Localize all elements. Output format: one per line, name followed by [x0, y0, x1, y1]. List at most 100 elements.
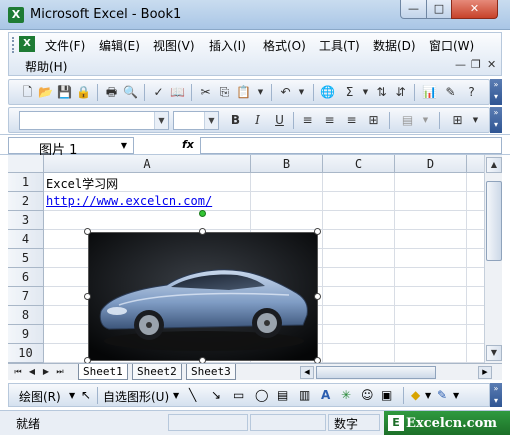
autoshapes-menu[interactable]: 自选图形(U)	[103, 388, 169, 405]
textbox-icon[interactable]: ▤	[277, 388, 288, 402]
borders-icon[interactable]: ⊞	[449, 112, 466, 129]
name-box[interactable]: 图片 1 ▼	[8, 137, 134, 158]
merge-center-icon[interactable]: ⊞	[365, 112, 382, 129]
menu-window[interactable]: 窗口(W)	[427, 36, 476, 55]
chevron-down-icon[interactable]: ▼	[453, 391, 459, 400]
sheet-tab-sheet3[interactable]: Sheet3	[186, 364, 236, 380]
doc-restore-icon[interactable]: ❐	[471, 58, 481, 71]
last-sheet-icon[interactable]: ⏭	[54, 366, 66, 378]
column-header[interactable]: D	[395, 155, 467, 173]
minimize-button[interactable]: —	[400, 0, 427, 19]
align-right-icon[interactable]: ≡	[343, 112, 360, 129]
row-header[interactable]: 8	[8, 306, 44, 325]
undo-dropdown-icon[interactable]: ▼	[293, 84, 310, 101]
row-header[interactable]: 3	[8, 211, 44, 230]
resize-handle[interactable]	[84, 228, 91, 235]
column-header[interactable]: C	[323, 155, 395, 173]
drawing-icon[interactable]: ✎	[442, 84, 459, 101]
toolbar-options-icon[interactable]: » ▾	[490, 79, 502, 105]
row-header[interactable]: 2	[8, 192, 44, 211]
sort-ascending-icon[interactable]: ⇅	[373, 84, 390, 101]
menu-file[interactable]: 文件(F)	[43, 36, 87, 55]
horizontal-scrollbar[interactable]: ◀ ▶	[300, 366, 492, 379]
column-header[interactable]: A	[44, 155, 251, 173]
font-size-combo[interactable]: ▼	[173, 111, 219, 130]
print-preview-icon[interactable]: 🔍	[122, 84, 139, 101]
paste-icon[interactable]: 📋	[235, 84, 252, 101]
scroll-left-icon[interactable]: ◀	[300, 366, 314, 379]
save-icon[interactable]: 💾	[56, 84, 73, 101]
menu-view[interactable]: 视图(V)	[151, 36, 197, 55]
draw-menu[interactable]: 绘图(R)	[19, 388, 61, 405]
align-center-icon[interactable]: ≡	[321, 112, 338, 129]
sheet-tab-sheet2[interactable]: Sheet2	[132, 364, 182, 380]
next-sheet-icon[interactable]: ▶	[40, 366, 52, 378]
insert-function-icon[interactable]: fx	[182, 138, 194, 151]
sort-descending-icon[interactable]: ⇵	[392, 84, 409, 101]
arrow-icon[interactable]: ↘	[211, 388, 221, 402]
prev-sheet-icon[interactable]: ◀	[26, 366, 38, 378]
column-header[interactable]	[467, 155, 484, 173]
vertical-scrollbar[interactable]: ▲ ▼	[484, 155, 502, 363]
undo-icon[interactable]: ↶	[277, 84, 294, 101]
menu-grip[interactable]	[12, 37, 15, 53]
select-all-button[interactable]	[8, 155, 44, 173]
toolbar-options-icon[interactable]: » ▾	[490, 383, 502, 407]
menu-format[interactable]: 格式(O)	[261, 36, 308, 55]
chevron-down-icon[interactable]: ▼	[69, 391, 75, 400]
underline-button[interactable]: U	[271, 112, 288, 129]
font-name-combo[interactable]: ▼	[19, 111, 169, 130]
column-header[interactable]: B	[251, 155, 323, 173]
formula-input[interactable]	[200, 137, 502, 154]
scroll-right-icon[interactable]: ▶	[478, 366, 492, 379]
resize-handle[interactable]	[199, 228, 206, 235]
oval-icon[interactable]: ◯	[255, 388, 268, 402]
row-header[interactable]: 4	[8, 230, 44, 249]
italic-button[interactable]: I	[249, 112, 266, 129]
doc-minimize-icon[interactable]: —	[455, 58, 466, 71]
rectangle-icon[interactable]: ▭	[233, 388, 244, 402]
autosum-dropdown-icon[interactable]: ▼	[357, 84, 374, 101]
chevron-down-icon[interactable]: ▼	[173, 391, 179, 400]
clipart-icon[interactable]: ☺	[361, 388, 374, 402]
excel-icon[interactable]: X	[8, 7, 24, 23]
bold-button[interactable]: B	[227, 112, 244, 129]
scroll-thumb[interactable]	[486, 181, 502, 261]
autosum-icon[interactable]: Σ	[341, 84, 358, 101]
line-icon[interactable]: ╲	[189, 388, 196, 402]
row-header[interactable]: 10	[8, 344, 44, 363]
resize-handle[interactable]	[84, 293, 91, 300]
paste-dropdown-icon[interactable]: ▼	[252, 84, 269, 101]
resize-handle[interactable]	[314, 228, 321, 235]
borders-dropdown-icon[interactable]: ▼	[467, 112, 484, 129]
workbook-icon[interactable]: X	[19, 36, 35, 52]
row-header[interactable]: 1	[8, 173, 44, 192]
chevron-down-icon[interactable]: ▼	[154, 112, 168, 129]
vertical-textbox-icon[interactable]: ▥	[299, 388, 310, 402]
toolbar-options-icon[interactable]: » ▾	[490, 107, 502, 133]
new-icon[interactable]: 🗋	[19, 84, 36, 101]
fill-color-icon[interactable]: ◆	[411, 388, 420, 402]
chevron-down-icon[interactable]: ▼	[425, 391, 431, 400]
sheet-tab-sheet1[interactable]: Sheet1	[78, 364, 128, 380]
cell-A2-hyperlink[interactable]: http://www.excelcn.com/	[46, 194, 212, 208]
row-header[interactable]: 6	[8, 268, 44, 287]
cell-A1[interactable]: Excel学习网	[46, 175, 118, 192]
open-icon[interactable]: 📂	[37, 84, 54, 101]
scroll-up-icon[interactable]: ▲	[486, 157, 502, 173]
first-sheet-icon[interactable]: ⏮	[12, 366, 24, 378]
resize-handle[interactable]	[314, 293, 321, 300]
worksheet-grid[interactable]: A B C D 1 2 3 4 5 6 7 8 9 10 Excel学习网 ht…	[8, 155, 484, 363]
permission-icon[interactable]: 🔒	[75, 84, 92, 101]
align-left-icon[interactable]: ≡	[299, 112, 316, 129]
chevron-down-icon[interactable]: ▼	[117, 138, 131, 154]
line-color-icon[interactable]: ✎	[437, 388, 447, 402]
cut-icon[interactable]: ✂	[197, 84, 214, 101]
insert-picture-icon[interactable]: ▣	[381, 388, 392, 402]
menu-insert[interactable]: 插入(I)	[207, 36, 248, 55]
scroll-down-icon[interactable]: ▼	[486, 345, 502, 361]
rotate-handle[interactable]	[199, 210, 206, 217]
scroll-thumb[interactable]	[316, 366, 436, 379]
select-objects-icon[interactable]: ↖	[81, 388, 91, 402]
doc-close-icon[interactable]: ✕	[487, 58, 496, 71]
